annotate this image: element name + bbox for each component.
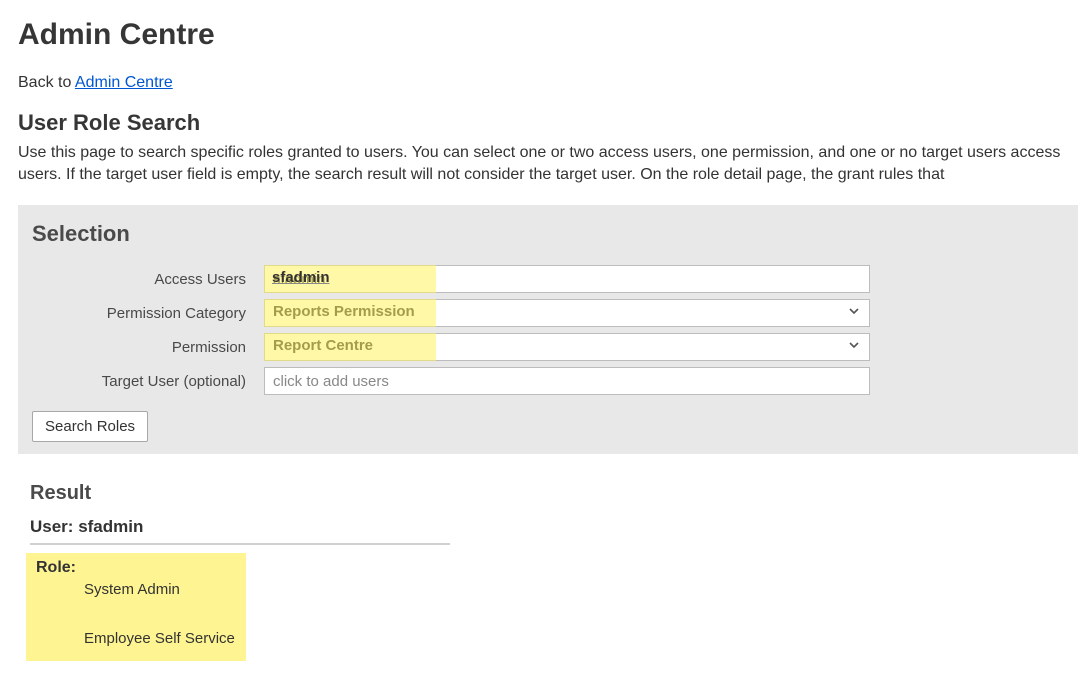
result-user-value: sfadmin [78, 517, 143, 536]
selection-panel: Selection Access Users sfadmin Permissio… [18, 205, 1078, 454]
role-label: Role: [36, 559, 76, 576]
access-users-input[interactable] [264, 265, 870, 293]
back-prefix: Back to [18, 74, 75, 91]
label-permission-category: Permission Category [32, 305, 264, 322]
row-access-users: Access Users sfadmin [32, 265, 1064, 293]
search-roles-button[interactable]: Search Roles [32, 411, 148, 442]
result-user-prefix: User: [30, 517, 78, 536]
permission-select[interactable]: Report Centre [264, 333, 870, 361]
row-permission-category: Permission Category Reports Permission [32, 299, 1064, 327]
row-permission: Permission Report Centre [32, 333, 1064, 361]
row-target-user: Target User (optional) [32, 367, 1064, 395]
label-target-user: Target User (optional) [32, 373, 264, 390]
result-user-line: User: sfadmin [30, 517, 450, 545]
permission-category-value: Reports Permission [273, 303, 415, 320]
breadcrumb: Back to Admin Centre [18, 74, 1078, 92]
user-role-search-heading: User Role Search [18, 110, 1078, 136]
role-item: Employee Self Service [36, 630, 236, 647]
permission-value: Report Centre [273, 337, 373, 354]
search-description: Use this page to search specific roles g… [18, 142, 1078, 185]
back-link-admin-centre[interactable]: Admin Centre [75, 74, 173, 91]
target-user-input[interactable] [264, 367, 870, 395]
selection-panel-title: Selection [32, 221, 1064, 247]
label-access-users: Access Users [32, 271, 264, 288]
label-permission: Permission [32, 339, 264, 356]
role-item: System Admin [36, 581, 236, 598]
page-title: Admin Centre [18, 18, 1078, 52]
permission-category-select[interactable]: Reports Permission [264, 299, 870, 327]
result-heading: Result [30, 482, 1078, 505]
role-block: Role: System Admin Employee Self Service [26, 553, 246, 661]
